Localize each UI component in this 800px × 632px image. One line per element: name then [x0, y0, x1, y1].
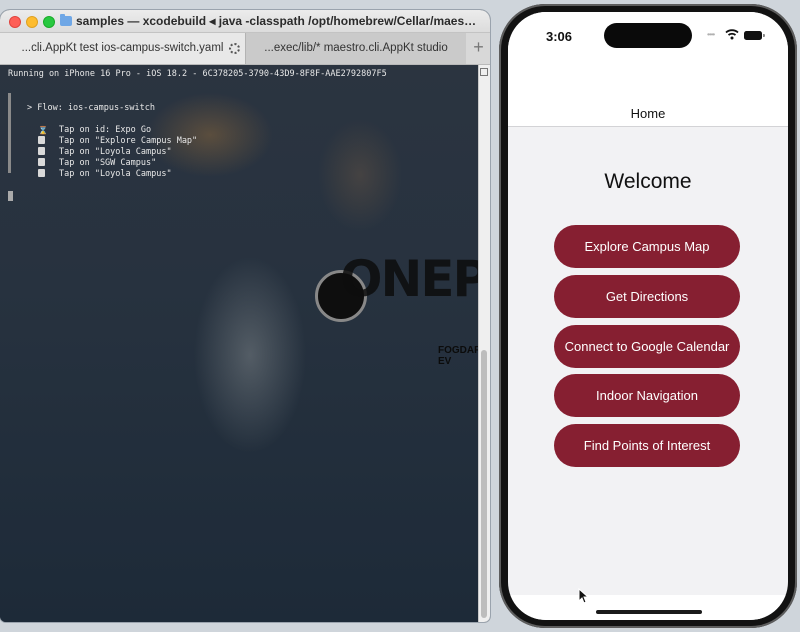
indoor-navigation-button[interactable]: Indoor Navigation: [554, 374, 740, 417]
pending-icon: [38, 169, 45, 177]
nav-title: Home: [630, 106, 666, 121]
mouse-pointer-icon: [578, 588, 588, 604]
terminal-cursor: [8, 191, 13, 201]
step-item: Tap on "Loyola Campus": [38, 147, 197, 158]
tab-test-run[interactable]: ...cli.AppKt test ios-campus-switch.yaml: [0, 33, 245, 64]
tab-studio[interactable]: ...exec/lib/* maestro.cli.AppKt studio: [245, 33, 466, 64]
terminal-window: samples — xcodebuild ◂ java -classpath /…: [0, 10, 490, 622]
step-text: Tap on id: Expo Go: [59, 125, 152, 135]
status-bar: 3:06 ••••: [508, 12, 788, 64]
phone-screen: 3:06 •••• Home Welcome Explore Campus Ma…: [508, 12, 788, 620]
add-tab-button[interactable]: +: [467, 33, 490, 64]
step-item: Tap on "Loyola Campus": [38, 169, 197, 180]
flow-line: > Flow: ios-campus-switch: [27, 103, 155, 113]
window-title: samples — xcodebuild ◂ java -classpath /…: [76, 14, 480, 28]
terminal-tabbar: ...cli.AppKt test ios-campus-switch.yaml…: [0, 33, 490, 65]
step-item: Tap on "Explore Campus Map": [38, 136, 197, 147]
signal-icon: ••••: [707, 30, 715, 39]
hourglass-icon: ⌛: [38, 126, 48, 135]
wifi-icon: [725, 29, 739, 40]
tab-label: ...exec/lib/* maestro.cli.AppKt studio: [264, 42, 448, 54]
explore-campus-map-button[interactable]: Explore Campus Map: [554, 225, 740, 268]
step-text: Tap on "Loyola Campus": [59, 169, 172, 179]
bottom-bar: [508, 595, 788, 620]
step-item: ⌛ Tap on id: Expo Go: [38, 125, 197, 136]
home-indicator[interactable]: [596, 610, 702, 614]
scroll-marker-icon[interactable]: [480, 68, 488, 76]
find-points-of-interest-button[interactable]: Find Points of Interest: [554, 424, 740, 467]
battery-icon: [744, 31, 765, 40]
terminal-output[interactable]: ONEPI FOGDARK EV Running on iPhone 16 Pr…: [0, 65, 490, 622]
dynamic-island: [604, 23, 692, 48]
close-window-button[interactable]: [9, 16, 21, 28]
pending-icon: [38, 147, 45, 155]
step-item: Tap on "SGW Campus": [38, 158, 197, 169]
navigation-bar: Home: [508, 64, 788, 127]
folder-icon: [60, 14, 72, 26]
wallpaper-logo-text: ONEPI: [340, 250, 490, 308]
status-time: 3:06: [546, 29, 573, 44]
step-text: Tap on "Explore Campus Map": [59, 136, 198, 146]
pending-icon: [38, 136, 45, 144]
scrollbar-thumb[interactable]: [481, 350, 487, 618]
terminal-titlebar: samples — xcodebuild ◂ java -classpath /…: [0, 10, 490, 33]
minimize-window-button[interactable]: [26, 16, 38, 28]
step-text: Tap on "SGW Campus": [59, 158, 157, 168]
tab-label: ...cli.AppKt test ios-campus-switch.yaml: [21, 42, 224, 54]
running-line: Running on iPhone 16 Pro - iOS 18.2 - 6C…: [8, 69, 387, 79]
pending-icon: [38, 158, 45, 166]
flow-indicator-bar: [8, 93, 11, 173]
connect-google-calendar-button[interactable]: Connect to Google Calendar: [554, 325, 740, 368]
step-list: ⌛ Tap on id: Expo Go Tap on "Explore Camp…: [38, 125, 197, 180]
step-text: Tap on "Loyola Campus": [59, 147, 172, 157]
spinner-icon: [229, 43, 240, 54]
get-directions-button[interactable]: Get Directions: [554, 275, 740, 318]
page-title: Welcome: [604, 170, 692, 193]
zoom-window-button[interactable]: [43, 16, 55, 28]
